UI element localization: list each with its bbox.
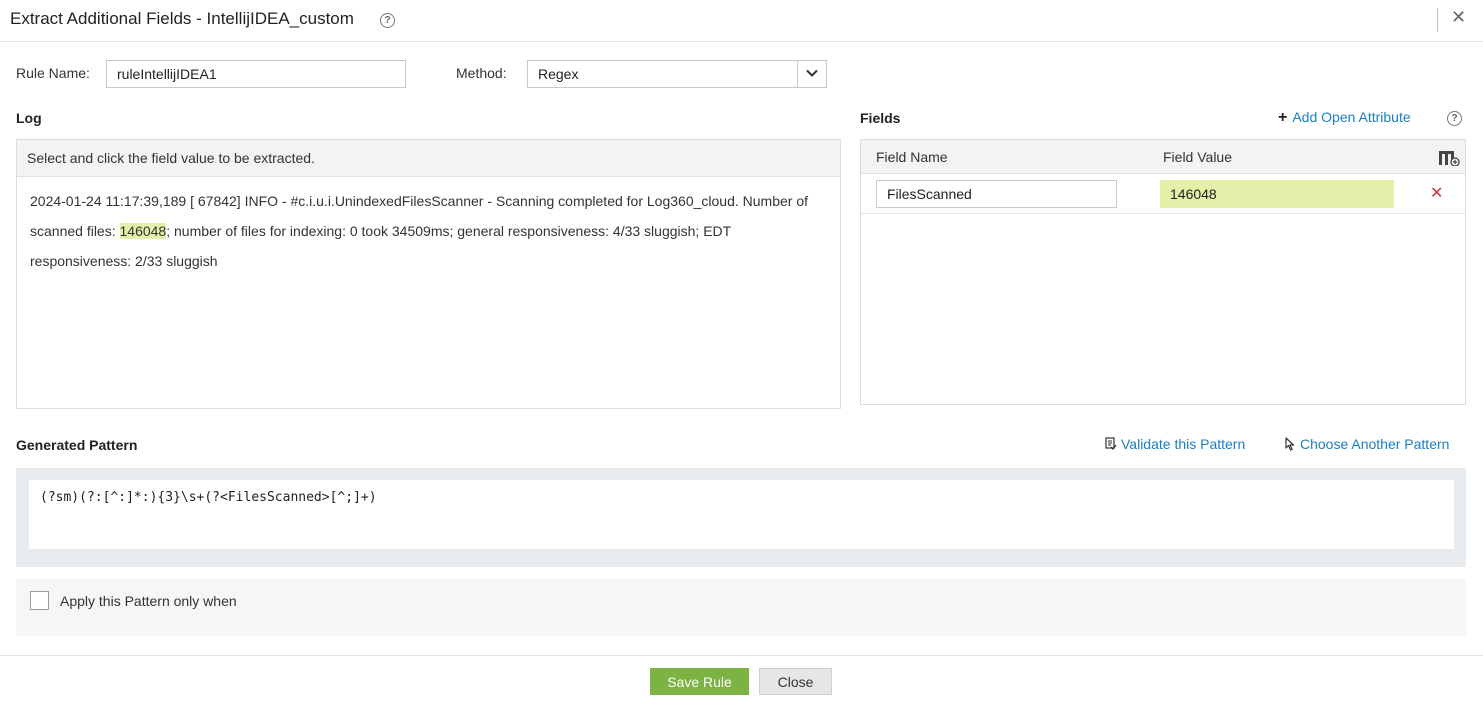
add-column-icon[interactable] xyxy=(1438,150,1460,169)
choose-pattern-link[interactable]: Choose Another Pattern xyxy=(1284,436,1449,454)
method-value: Regex xyxy=(538,66,579,82)
close-icon[interactable]: ✕ xyxy=(1451,7,1466,28)
log-section-title: Log xyxy=(16,110,42,126)
footer-divider xyxy=(0,655,1483,656)
save-rule-button[interactable]: Save Rule xyxy=(650,668,749,695)
log-highlight-value[interactable]: 146048 xyxy=(119,223,167,239)
pattern-container: (?sm)(?:[^:]*:){3}\s+(?<FilesScanned>[^;… xyxy=(16,468,1466,567)
fields-table: Field Name Field Value FilesScanned 1460… xyxy=(860,139,1466,405)
condition-panel: Apply this Pattern only when xyxy=(16,578,1466,636)
apply-condition-checkbox[interactable] xyxy=(30,591,49,610)
titlebar-divider xyxy=(1437,8,1438,32)
choose-pattern-label: Choose Another Pattern xyxy=(1300,436,1450,452)
method-select[interactable]: Regex xyxy=(527,60,827,88)
rule-name-label: Rule Name: xyxy=(16,65,90,81)
delete-icon[interactable]: ✕ xyxy=(1430,183,1443,203)
plus-icon: + xyxy=(1278,109,1288,126)
field-name-input[interactable]: FilesScanned xyxy=(876,180,1117,208)
dialog-titlebar: Extract Additional Fields - IntellijIDEA… xyxy=(0,0,1483,42)
apply-condition-label: Apply this Pattern only when xyxy=(60,593,237,609)
fields-table-header: Field Name Field Value xyxy=(861,140,1465,174)
question-circle-icon[interactable]: ? xyxy=(1447,111,1462,126)
pattern-section-title: Generated Pattern xyxy=(16,437,138,453)
add-open-attribute-label: Add Open Attribute xyxy=(1292,109,1411,125)
generated-pattern-text[interactable]: (?sm)(?:[^:]*:){3}\s+(?<FilesScanned>[^;… xyxy=(29,480,1454,549)
document-check-icon xyxy=(1105,437,1117,453)
add-open-attribute-link[interactable]: + Add Open Attribute xyxy=(1278,109,1411,127)
chevron-down-icon[interactable] xyxy=(797,61,826,87)
fields-section-title: Fields xyxy=(860,110,901,126)
close-button[interactable]: Close xyxy=(759,668,832,695)
log-hint: Select and click the field value to be e… xyxy=(17,140,840,177)
method-label: Method: xyxy=(456,65,507,81)
dialog-title: Extract Additional Fields - IntellijIDEA… xyxy=(10,9,354,28)
log-panel: Select and click the field value to be e… xyxy=(16,139,841,409)
field-value: 146048 xyxy=(1160,180,1394,208)
log-text[interactable]: 2024-01-24 11:17:39,189 [ 67842] INFO - … xyxy=(17,177,840,285)
pointer-icon xyxy=(1284,437,1296,454)
validate-pattern-label: Validate this Pattern xyxy=(1121,436,1246,452)
column-header-field-name: Field Name xyxy=(876,149,948,165)
validate-pattern-link[interactable]: Validate this Pattern xyxy=(1105,436,1245,453)
rule-name-input[interactable]: ruleIntellijIDEA1 xyxy=(106,60,406,88)
column-header-field-value: Field Value xyxy=(1163,149,1233,165)
table-row: FilesScanned 146048 ✕ xyxy=(861,174,1465,214)
question-circle-icon[interactable]: ? xyxy=(380,13,395,28)
